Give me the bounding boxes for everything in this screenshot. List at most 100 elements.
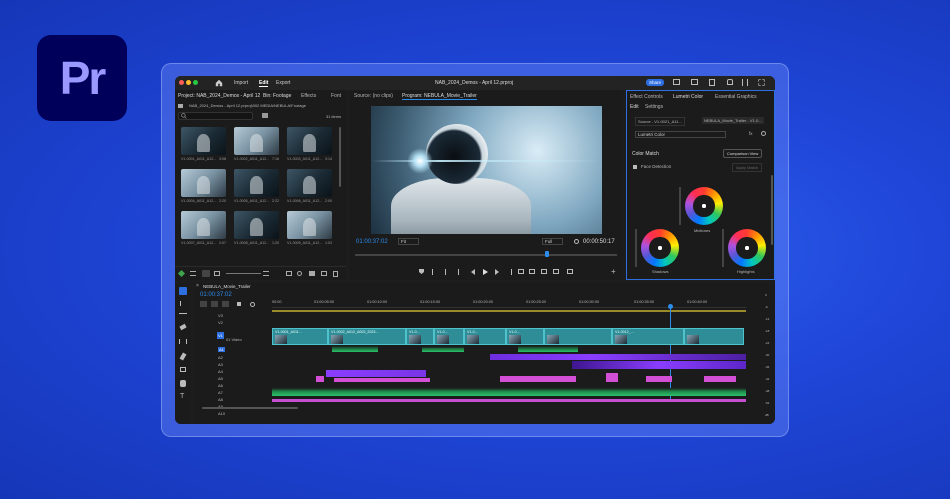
midtones-slider[interactable] — [679, 187, 681, 225]
wrench-icon[interactable] — [574, 239, 579, 244]
rectangle-tool-icon[interactable] — [180, 367, 186, 372]
thumbnail-4[interactable] — [234, 169, 279, 197]
tab-source[interactable]: Source: (no clips) — [354, 93, 393, 99]
track-a10[interactable]: A10 — [218, 411, 225, 416]
slip-tool-icon[interactable] — [179, 339, 187, 344]
new-bin-icon[interactable] — [262, 113, 268, 118]
type-tool-icon[interactable]: T — [180, 393, 184, 400]
audio-clip-purple[interactable] — [490, 354, 746, 360]
face-detection-checkbox[interactable] — [633, 165, 637, 169]
audio-clip-purple[interactable] — [326, 370, 426, 377]
go-to-out-icon[interactable] — [506, 269, 512, 275]
video-clip[interactable]: V1-0002_A012_A003_2023... — [328, 328, 406, 345]
tab-bin-footage[interactable]: Bin: Footage — [263, 93, 291, 99]
playhead-handle[interactable] — [668, 304, 673, 309]
video-clip[interactable]: V1-0... — [406, 328, 434, 345]
home-icon[interactable] — [215, 79, 223, 87]
close-sequence-icon[interactable]: × — [196, 283, 199, 289]
audio-clip-pink[interactable] — [500, 376, 576, 382]
sort-icon[interactable] — [263, 271, 269, 276]
pencil-icon[interactable] — [177, 269, 186, 278]
pen-tool-icon[interactable] — [179, 352, 187, 361]
nest-toggle-icon[interactable] — [200, 301, 207, 307]
track-a1[interactable]: A1 — [218, 347, 225, 352]
video-clip[interactable]: V1-0... — [506, 328, 544, 345]
subtab-edit[interactable]: Edit — [630, 104, 639, 110]
audio-clip-pink[interactable] — [704, 376, 736, 382]
new-bin-icon[interactable] — [309, 271, 315, 276]
audio-clip-pink[interactable] — [646, 376, 672, 382]
shadows-color-wheel[interactable] — [641, 229, 679, 267]
mark-out-icon[interactable] — [443, 269, 446, 275]
shadows-slider[interactable] — [635, 229, 637, 267]
track-v1[interactable]: V1 — [217, 332, 224, 339]
program-scrubber[interactable] — [355, 251, 617, 257]
audio-clip-green[interactable] — [332, 346, 378, 352]
thumbnail-0[interactable] — [181, 127, 226, 155]
video-clip[interactable]: V1-0... — [464, 328, 506, 345]
thumbnail-3[interactable] — [181, 169, 226, 197]
midtones-color-wheel[interactable] — [685, 187, 723, 225]
play-icon[interactable] — [483, 269, 488, 275]
export-frame-icon[interactable] — [567, 269, 573, 274]
zoom-slider[interactable] — [226, 273, 261, 274]
highlights-color-wheel[interactable] — [728, 229, 766, 267]
tab-effect-controls[interactable]: Effect Controls — [630, 94, 663, 100]
add-marker-icon[interactable] — [237, 302, 241, 306]
video-clip[interactable]: V1-0... — [434, 328, 464, 345]
subtab-settings[interactable]: Settings — [645, 104, 663, 110]
project-scrollbar[interactable] — [339, 127, 341, 187]
sequence-clip-selector[interactable]: NEBULA_Movie_Trailer - V1-0... — [702, 117, 764, 124]
highlights-wheel-handle[interactable] — [745, 246, 749, 250]
source-clip-selector[interactable]: Source - V1-0021_A11... — [635, 117, 685, 126]
track-v2[interactable]: V2 — [218, 320, 223, 325]
thumbnail-1[interactable] — [234, 127, 279, 155]
go-to-in-icon[interactable] — [458, 269, 464, 275]
highlights-slider[interactable] — [722, 229, 724, 267]
tab-project[interactable]: Project: NAB_2024_Demos - April 12 — [178, 93, 260, 99]
scrubber-playhead[interactable] — [545, 251, 549, 257]
new-item-icon[interactable] — [321, 271, 327, 276]
share-button[interactable]: Share — [646, 79, 665, 86]
time-ruler[interactable]: 00:00 01:00:05:00 01:00:10:00 01:00:15:0… — [272, 300, 746, 308]
ripple-edit-tool-icon[interactable] — [179, 313, 187, 316]
comparison-view-button[interactable]: Comparison View — [723, 149, 763, 158]
maximize-window-button[interactable] — [193, 80, 198, 85]
track-a5[interactable]: A5 — [218, 376, 223, 381]
selection-tool-icon[interactable] — [179, 287, 187, 295]
thumbnail-8[interactable] — [287, 211, 332, 239]
tab-font[interactable]: Font — [331, 93, 341, 99]
list-view-icon[interactable] — [190, 271, 196, 276]
program-video-frame[interactable] — [371, 106, 602, 234]
audio-clip-pink[interactable] — [606, 373, 618, 382]
thumbnail-2[interactable] — [287, 127, 332, 155]
video-clip[interactable] — [684, 328, 744, 345]
track-a7[interactable]: A7 — [218, 390, 223, 395]
screen-icon[interactable] — [673, 79, 680, 85]
track-select-tool-icon[interactable] — [180, 301, 186, 306]
work-area-bar[interactable] — [272, 310, 746, 312]
audio-clip-magenta[interactable] — [272, 399, 746, 402]
linked-selection-icon[interactable] — [222, 301, 229, 307]
midtones-wheel-handle[interactable] — [702, 204, 706, 208]
icon-view-icon[interactable] — [202, 270, 210, 277]
sequence-tab[interactable]: NEBULA_Movie_Trailer — [203, 284, 251, 289]
track-a6[interactable]: A6 — [218, 383, 223, 388]
overwrite-icon[interactable] — [529, 269, 535, 274]
hand-tool-icon[interactable] — [180, 380, 186, 387]
track-a4[interactable]: A4 — [218, 369, 223, 374]
timeline-playhead[interactable] — [670, 305, 671, 401]
notification-icon[interactable] — [727, 79, 733, 85]
video-clip[interactable]: V1-0012_... — [612, 328, 684, 345]
tab-essential-graphics[interactable]: Essential Graphics — [715, 94, 757, 100]
video-clip[interactable] — [544, 328, 612, 345]
tab-program[interactable]: Program: NEBULA_Movie_Trailer — [402, 93, 477, 100]
audio-clip-green[interactable] — [422, 347, 464, 352]
automate-icon[interactable] — [286, 271, 292, 276]
mark-in-icon[interactable] — [432, 269, 435, 275]
thumbnail-6[interactable] — [181, 211, 226, 239]
thumbnail-7[interactable] — [234, 211, 279, 239]
track-a3[interactable]: A3 — [218, 362, 223, 367]
track-a2[interactable]: A2 — [218, 355, 223, 360]
audio-clip-green[interactable] — [518, 346, 578, 352]
